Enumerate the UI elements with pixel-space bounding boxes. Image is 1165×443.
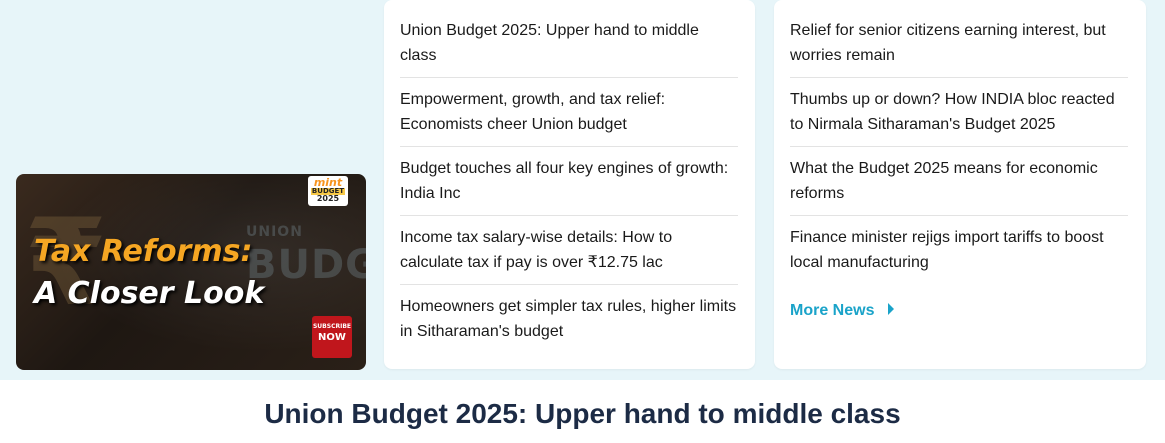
news-link[interactable]: What the Budget 2025 means for economic … [790,147,1128,216]
more-news-link[interactable]: More News [790,302,895,320]
article-headline: Union Budget 2025: Upper hand to middle … [264,398,901,429]
mint-logo-year: 2025 [316,194,340,203]
more-news-label: More News [790,302,875,319]
background-union-text: UNION [246,224,303,240]
news-link[interactable]: Finance minister rejigs import tariffs t… [790,216,1128,284]
news-link[interactable]: Empowerment, growth, and tax relief: Eco… [400,78,738,147]
subscribe-now-label: NOW [318,332,346,343]
video-title-line1: Tax Reforms: [34,234,253,269]
subscribe-label: SUBSCRIBE [312,323,351,330]
chevron-right-icon [888,302,895,315]
video-thumbnail[interactable]: ₹ UNION BUDGET mint BUDGET 2025 Tax Refo… [16,174,366,370]
subscribe-now-badge[interactable]: SUBSCRIBE NOW [312,316,352,358]
news-link[interactable]: Relief for senior citizens earning inter… [790,0,1128,78]
news-link[interactable]: Thumbs up or down? How INDIA bloc reacte… [790,78,1128,147]
news-link[interactable]: Homeowners get simpler tax rules, higher… [400,285,738,353]
news-link[interactable]: Income tax salary-wise details: How to c… [400,216,738,285]
mint-budget-logo: mint BUDGET 2025 [308,176,348,206]
video-title-line2: A Closer Look [34,276,265,311]
news-list-right: Relief for senior citizens earning inter… [774,0,1146,369]
news-link[interactable]: Budget touches all four key engines of g… [400,147,738,216]
news-link[interactable]: Union Budget 2025: Upper hand to middle … [400,0,738,78]
news-list-left: Union Budget 2025: Upper hand to middle … [384,0,755,369]
